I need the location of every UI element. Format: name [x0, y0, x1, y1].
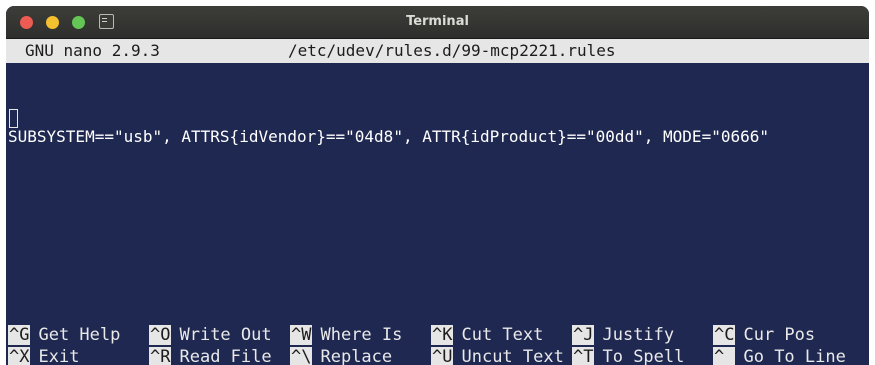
- editor-line[interactable]: SUBSYSTEM=="usb", ATTRS{idVendor}=="04d8…: [8, 126, 869, 148]
- shortcut-read-file[interactable]: ^R Read File: [149, 346, 272, 365]
- shortcut-where-is[interactable]: ^W Where Is: [290, 324, 402, 346]
- shortcut-key: ^R: [149, 347, 172, 365]
- shortcut-justify[interactable]: ^J Justify: [572, 324, 674, 346]
- shortcut-label: Uncut Text: [461, 347, 564, 365]
- shortcut-key: ^C: [713, 325, 736, 345]
- shortcut-label: Replace: [320, 347, 393, 365]
- file-path: /etc/udev/rules.d/99-mcp2221.rules: [288, 41, 616, 60]
- shortcut-label: Write Out: [179, 325, 272, 345]
- shortcut-label: Read File: [179, 347, 272, 365]
- shortcut-label: Cur Pos: [743, 325, 816, 345]
- shortcut-cur-pos[interactable]: ^C Cur Pos: [713, 324, 815, 346]
- shortcut-exit[interactable]: ^X Exit: [8, 346, 79, 365]
- shortcut-cut-text[interactable]: ^K Cut Text: [431, 324, 543, 346]
- terminal-window: Terminal GNU nano 2.9.3 /etc/udev/rules.…: [6, 6, 869, 365]
- shortcut-key: ^T: [572, 347, 595, 365]
- nano-header-bar: GNU nano 2.9.3 /etc/udev/rules.d/99-mcp2…: [6, 39, 869, 63]
- shortcut-key: ^G: [8, 325, 31, 345]
- shortcut-label: To Spell: [602, 347, 685, 365]
- shortcut-key: ^\: [290, 347, 313, 365]
- shortcut-key: ^_: [713, 347, 736, 365]
- text-cursor: [9, 109, 18, 128]
- shortcut-label: Justify: [602, 325, 675, 345]
- shortcut-uncut-text[interactable]: ^U Uncut Text: [431, 346, 564, 365]
- shortcut-go-to-line[interactable]: ^_ Go To Line: [713, 346, 846, 365]
- text-editor-area[interactable]: SUBSYSTEM=="usb", ATTRS{idVendor}=="04d8…: [8, 82, 869, 192]
- shortcut-label: Get Help: [38, 325, 121, 345]
- shortcut-label: Exit: [38, 347, 80, 365]
- shortcut-key: ^K: [431, 325, 454, 345]
- title-bar[interactable]: Terminal: [6, 6, 869, 39]
- shortcut-label: Cut Text: [461, 325, 544, 345]
- shortcut-key: ^J: [572, 325, 595, 345]
- shortcut-key: ^W: [290, 325, 313, 345]
- shortcut-key: ^X: [8, 347, 31, 365]
- shortcut-to-spell[interactable]: ^T To Spell: [572, 346, 684, 365]
- nano-version: GNU nano 2.9.3: [25, 41, 160, 60]
- shortcut-replace[interactable]: ^\ Replace: [290, 346, 392, 365]
- shortcut-key: ^U: [431, 347, 454, 365]
- shortcut-key: ^O: [149, 325, 172, 345]
- shortcut-write-out[interactable]: ^O Write Out: [149, 324, 272, 346]
- shortcut-label: Go To Line: [743, 347, 846, 365]
- shortcut-get-help[interactable]: ^G Get Help: [8, 324, 120, 346]
- window-title: Terminal: [406, 14, 469, 29]
- shortcut-label: Where Is: [320, 325, 403, 345]
